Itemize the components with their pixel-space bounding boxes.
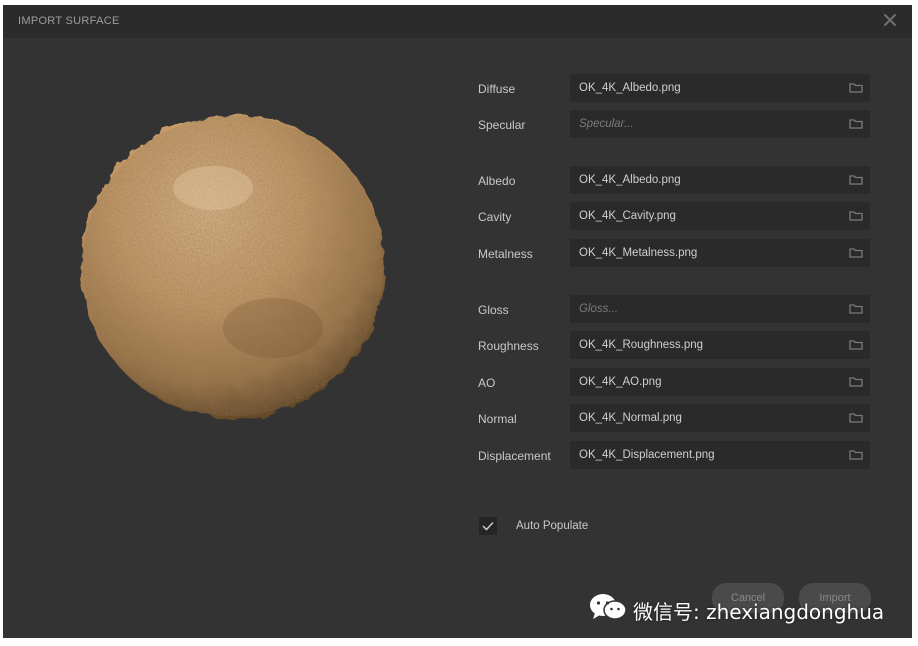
displacement-input[interactable]: OK_4K_Displacement.png [570, 441, 870, 469]
roughness-label: Roughness [478, 339, 539, 353]
cavity-value: OK_4K_Cavity.png [579, 210, 676, 222]
normal-value: OK_4K_Normal.png [579, 412, 682, 424]
roughness-value: OK_4K_Roughness.png [579, 339, 704, 351]
import-surface-dialog: IMPORT SURFACE Diffuse OK_4K_Albedo.png … [3, 5, 912, 638]
ao-label: AO [478, 376, 496, 390]
folder-icon[interactable] [849, 449, 863, 460]
normal-input[interactable]: OK_4K_Normal.png [570, 404, 870, 432]
wechat-icon [588, 592, 628, 622]
folder-icon[interactable] [849, 376, 863, 387]
folder-icon[interactable] [849, 247, 863, 258]
folder-icon[interactable] [849, 210, 863, 221]
metalness-input[interactable]: OK_4K_Metalness.png [570, 239, 870, 267]
displacement-value: OK_4K_Displacement.png [579, 449, 715, 461]
gloss-label: Gloss [478, 303, 509, 317]
ao-input[interactable]: OK_4K_AO.png [570, 368, 870, 396]
metalness-label: Metalness [478, 247, 533, 261]
folder-icon[interactable] [849, 339, 863, 350]
folder-icon[interactable] [849, 303, 863, 314]
gloss-placeholder: Gloss... [579, 303, 618, 315]
auto-populate-label: Auto Populate [516, 520, 589, 532]
displacement-label: Displacement [478, 449, 551, 463]
diffuse-input[interactable]: OK_4K_Albedo.png [570, 74, 870, 102]
ao-value: OK_4K_AO.png [579, 376, 662, 388]
folder-icon[interactable] [849, 174, 863, 185]
diffuse-value: OK_4K_Albedo.png [579, 82, 681, 94]
dialog-title: IMPORT SURFACE [18, 15, 120, 27]
folder-icon[interactable] [849, 82, 863, 93]
watermark-text: 微信号: zhexiangdonghua [633, 600, 885, 624]
close-icon[interactable] [878, 8, 902, 32]
albedo-input[interactable]: OK_4K_Albedo.png [570, 166, 870, 194]
normal-label: Normal [478, 412, 517, 426]
folder-icon[interactable] [849, 412, 863, 423]
auto-populate-checkbox[interactable] [479, 517, 497, 535]
material-preview-sphere [73, 108, 393, 423]
folder-icon[interactable] [849, 118, 863, 129]
roughness-input[interactable]: OK_4K_Roughness.png [570, 331, 870, 359]
specular-placeholder: Specular... [579, 118, 634, 130]
albedo-value: OK_4K_Albedo.png [579, 174, 681, 186]
diffuse-label: Diffuse [478, 82, 516, 96]
dialog-titlebar: IMPORT SURFACE [3, 5, 912, 38]
specular-input[interactable]: Specular... [570, 110, 870, 138]
metalness-value: OK_4K_Metalness.png [579, 247, 698, 259]
specular-label: Specular [478, 118, 526, 132]
cavity-input[interactable]: OK_4K_Cavity.png [570, 202, 870, 230]
albedo-label: Albedo [478, 174, 516, 188]
gloss-input[interactable]: Gloss... [570, 295, 870, 323]
cavity-label: Cavity [478, 210, 512, 224]
